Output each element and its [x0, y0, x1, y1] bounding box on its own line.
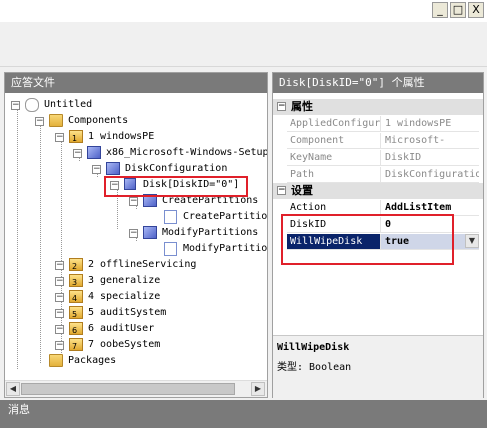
- category-properties[interactable]: − 属性: [273, 99, 483, 115]
- messages-pane-title: 消息: [0, 400, 487, 428]
- property-name: Action: [287, 200, 381, 215]
- tree-node-label: 7 oobeSystem: [88, 339, 161, 350]
- collapse-icon[interactable]: −: [73, 149, 82, 158]
- collapse-icon[interactable]: −: [55, 277, 64, 286]
- tree-node[interactable]: − Components: [5, 113, 267, 129]
- property-name: KeyName: [287, 150, 381, 165]
- tree-node[interactable]: CreatePartition: [5, 209, 267, 225]
- tree-node-label: 6 auditUser: [88, 323, 155, 334]
- help-panel: WillWipeDisk 类型: Boolean: [273, 335, 483, 398]
- collapse-icon[interactable]: −: [277, 102, 286, 111]
- tree-horizontal-scrollbar[interactable]: ◀ ▶: [5, 380, 267, 397]
- tree-node[interactable]: −6 6 auditUser: [5, 321, 267, 337]
- collapse-icon[interactable]: −: [55, 261, 64, 270]
- property-value: DiskID: [385, 152, 422, 163]
- property-name: Path: [287, 167, 381, 182]
- tree-node[interactable]: −7 7 oobeSystem: [5, 337, 267, 353]
- pass-icon: 2: [69, 258, 83, 271]
- help-title: WillWipeDisk: [277, 342, 350, 353]
- collapse-icon[interactable]: −: [55, 325, 64, 334]
- pass-icon: 4: [69, 290, 83, 303]
- tree-node-label: 1 windowsPE: [88, 131, 155, 142]
- tree-node-label: 5 auditSystem: [88, 307, 167, 318]
- tree-node[interactable]: − x86_Microsoft-Windows-Setup_: [5, 145, 267, 161]
- minimize-button[interactable]: _: [432, 2, 448, 18]
- property-row[interactable]: KeyName DiskID: [287, 150, 479, 166]
- component-icon: [106, 162, 120, 175]
- property-value: DiskConfiguratio: [385, 169, 479, 180]
- property-name: AppliedConfigur: [287, 116, 381, 131]
- component-icon: [143, 226, 157, 239]
- pass-icon: 6: [69, 322, 83, 335]
- close-button[interactable]: X: [468, 2, 484, 18]
- collapse-icon[interactable]: −: [277, 186, 286, 195]
- tree-node[interactable]: − Untitled: [5, 97, 267, 113]
- highlight-selected-node: [104, 176, 248, 197]
- collapse-icon[interactable]: −: [11, 101, 20, 110]
- collapse-icon[interactable]: −: [55, 341, 64, 350]
- tree-node-label: DiskConfiguration: [125, 163, 228, 174]
- tree-node[interactable]: Packages: [5, 353, 267, 369]
- tree-node[interactable]: −2 2 offlineServicing: [5, 257, 267, 273]
- property-value[interactable]: AddListItem: [382, 200, 479, 215]
- tree-node-label: Packages: [68, 355, 117, 366]
- tree-node-label: ModifyPartition: [183, 243, 267, 254]
- component-icon: [87, 146, 101, 159]
- tree-node-label: x86_Microsoft-Windows-Setup_: [106, 147, 267, 158]
- pass-icon: 1: [69, 130, 83, 143]
- tree-node[interactable]: −4 4 specialize: [5, 289, 267, 305]
- collapse-icon[interactable]: −: [55, 293, 64, 302]
- answer-file-tree: − Untitled − Components −1 1 windowsPE − x86_Mi…: [5, 93, 267, 381]
- category-settings[interactable]: − 设置: [273, 183, 483, 199]
- collapse-icon[interactable]: −: [129, 197, 138, 206]
- tree-node[interactable]: ModifyPartition: [5, 241, 267, 257]
- property-name: Component: [287, 133, 381, 148]
- tree-node[interactable]: − DiskConfiguration: [5, 161, 267, 177]
- tree-node-label: Untitled: [44, 99, 93, 110]
- tree-node[interactable]: −3 3 generalize: [5, 273, 267, 289]
- pass-icon: 3: [69, 274, 83, 287]
- setting-icon: [164, 242, 177, 256]
- tree-node[interactable]: −5 5 auditSystem: [5, 305, 267, 321]
- setting-icon: [164, 210, 177, 224]
- tree-node[interactable]: − ModifyPartitions: [5, 225, 267, 241]
- scroll-right-icon[interactable]: ▶: [251, 382, 265, 396]
- property-value: Microsoft-Window: [385, 135, 446, 146]
- tree-node-label: 4 specialize: [88, 291, 161, 302]
- pass-icon: 5: [69, 306, 83, 319]
- properties-pane-title: Disk[DiskID="0"] 个属性: [273, 73, 483, 93]
- highlight-settings: [281, 214, 454, 265]
- folder-icon: [49, 354, 63, 367]
- scroll-left-icon[interactable]: ◀: [6, 382, 20, 396]
- toolbar-area: [0, 22, 487, 67]
- collapse-icon[interactable]: −: [55, 133, 64, 142]
- tree-node-label: 2 offlineServicing: [88, 259, 197, 270]
- answer-file-icon: [25, 98, 39, 112]
- property-row[interactable]: AppliedConfigur 1 windowsPE: [287, 116, 479, 132]
- tree-node-label: ModifyPartitions: [162, 227, 259, 238]
- tree-node[interactable]: −1 1 windowsPE: [5, 129, 267, 145]
- help-type: 类型: Boolean: [277, 362, 352, 373]
- maximize-button[interactable]: □: [450, 2, 466, 18]
- tree-node-label: Components: [68, 115, 129, 126]
- collapse-icon[interactable]: −: [55, 309, 64, 318]
- property-value: 1 windowsPE: [385, 118, 452, 129]
- tree-node-label: 3 generalize: [88, 275, 161, 286]
- tree-node-label: CreatePartition: [183, 211, 267, 222]
- property-row[interactable]: Path DiskConfiguratio: [287, 167, 479, 183]
- answer-file-pane-title: 应答文件: [5, 73, 267, 93]
- answer-file-pane: 应答文件 − Untitled − Components −1 1 windowsPE − x…: [4, 72, 268, 398]
- collapse-icon[interactable]: −: [129, 229, 138, 238]
- scroll-thumb[interactable]: [21, 383, 235, 395]
- pass-icon: 7: [69, 338, 83, 351]
- collapse-icon[interactable]: −: [92, 165, 101, 174]
- window-title-bar: _ □ X: [0, 0, 487, 22]
- folder-icon: [49, 114, 63, 127]
- collapse-icon[interactable]: −: [35, 117, 44, 126]
- property-row[interactable]: Component Microsoft-Window: [287, 133, 479, 149]
